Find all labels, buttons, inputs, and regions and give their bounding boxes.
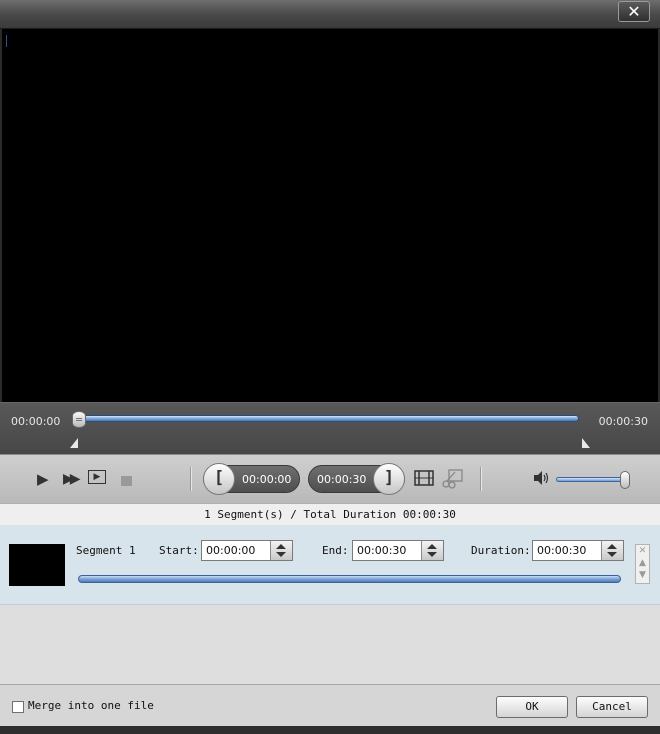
segment-range-bar <box>78 575 621 583</box>
set-start-button[interactable]: [ <box>203 463 235 495</box>
start-time-field[interactable]: 00:00:00 <box>201 540 293 561</box>
stop-icon[interactable] <box>121 476 132 486</box>
volume-icon[interactable] <box>532 469 550 487</box>
start-label: Start: <box>159 544 199 557</box>
duration-field[interactable]: 00:00:30 <box>532 540 624 561</box>
duration-value: 00:00:30 <box>537 544 587 557</box>
move-down-icon[interactable]: ▼ <box>636 569 649 581</box>
seek-area: 00:00:00 00:00:30 <box>0 402 660 455</box>
step-frame-icon[interactable]: ▶ <box>88 470 106 484</box>
video-preview <box>2 29 658 402</box>
merge-label[interactable]: Merge into one file <box>28 699 154 712</box>
duration-stepper[interactable] <box>601 541 623 560</box>
trim-window: ✕ 00:00:00 00:00:30 ▶ ▶▶ ▶ [ 00:00:00 00… <box>0 0 660 734</box>
seek-slider[interactable] <box>79 415 579 422</box>
close-button[interactable]: ✕ <box>618 1 650 22</box>
volume-slider[interactable] <box>556 477 626 482</box>
end-time-stepper[interactable] <box>421 541 443 560</box>
ok-button[interactable]: OK <box>496 696 568 718</box>
video-caret <box>6 35 7 47</box>
footer: Merge into one file OK Cancel <box>0 685 660 726</box>
add-segment-icon[interactable] <box>414 469 434 487</box>
start-time-text: 00:00:00 <box>242 473 292 486</box>
segment-list: Segment 1 Start: 00:00:00 End: 00:00:30 … <box>0 525 660 685</box>
fast-forward-icon[interactable]: ▶▶ <box>63 469 80 489</box>
playback-controls: ▶ ▶▶ ▶ [ 00:00:00 00:00:30 ] <box>0 454 660 503</box>
move-up-icon[interactable]: ▲ <box>636 557 649 569</box>
end-marker-handle[interactable] <box>582 438 590 448</box>
start-time-value: 00:00:00 <box>206 544 256 557</box>
start-time-stepper[interactable] <box>270 541 292 560</box>
current-time: 00:00:00 <box>11 415 61 428</box>
total-time: 00:00:30 <box>598 415 648 428</box>
volume-thumb[interactable] <box>620 471 630 489</box>
set-end-button[interactable]: ] <box>373 463 405 495</box>
merge-checkbox[interactable] <box>12 701 24 713</box>
cancel-button[interactable]: Cancel <box>576 696 648 718</box>
end-time-field[interactable]: 00:00:30 <box>352 540 444 561</box>
segment-name: Segment 1 <box>76 544 136 557</box>
end-time-pill: 00:00:30 ] <box>308 463 405 495</box>
remove-segment-icon[interactable]: ✕ <box>636 545 649 557</box>
start-marker-handle[interactable] <box>70 438 78 448</box>
start-time-pill: [ 00:00:00 <box>203 463 300 495</box>
segment-side-controls[interactable]: ✕ ▲ ▼ <box>635 544 650 584</box>
segment-summary: 1 Segment(s) / Total Duration 00:00:30 <box>0 503 660 527</box>
end-label: End: <box>322 544 349 557</box>
duration-label: Duration: <box>471 544 531 557</box>
divider <box>190 467 192 491</box>
end-time-text: 00:00:30 <box>317 473 367 486</box>
cut-icon[interactable] <box>441 469 463 489</box>
divider <box>480 467 482 491</box>
window-bottom-edge <box>0 726 660 734</box>
play-icon[interactable]: ▶ <box>37 469 49 489</box>
title-bar: ✕ <box>0 0 660 29</box>
end-time-value: 00:00:30 <box>357 544 407 557</box>
segment-thumbnail <box>9 544 65 586</box>
segment-row[interactable]: Segment 1 Start: 00:00:00 End: 00:00:30 … <box>0 525 660 605</box>
seek-thumb[interactable] <box>72 411 86 428</box>
